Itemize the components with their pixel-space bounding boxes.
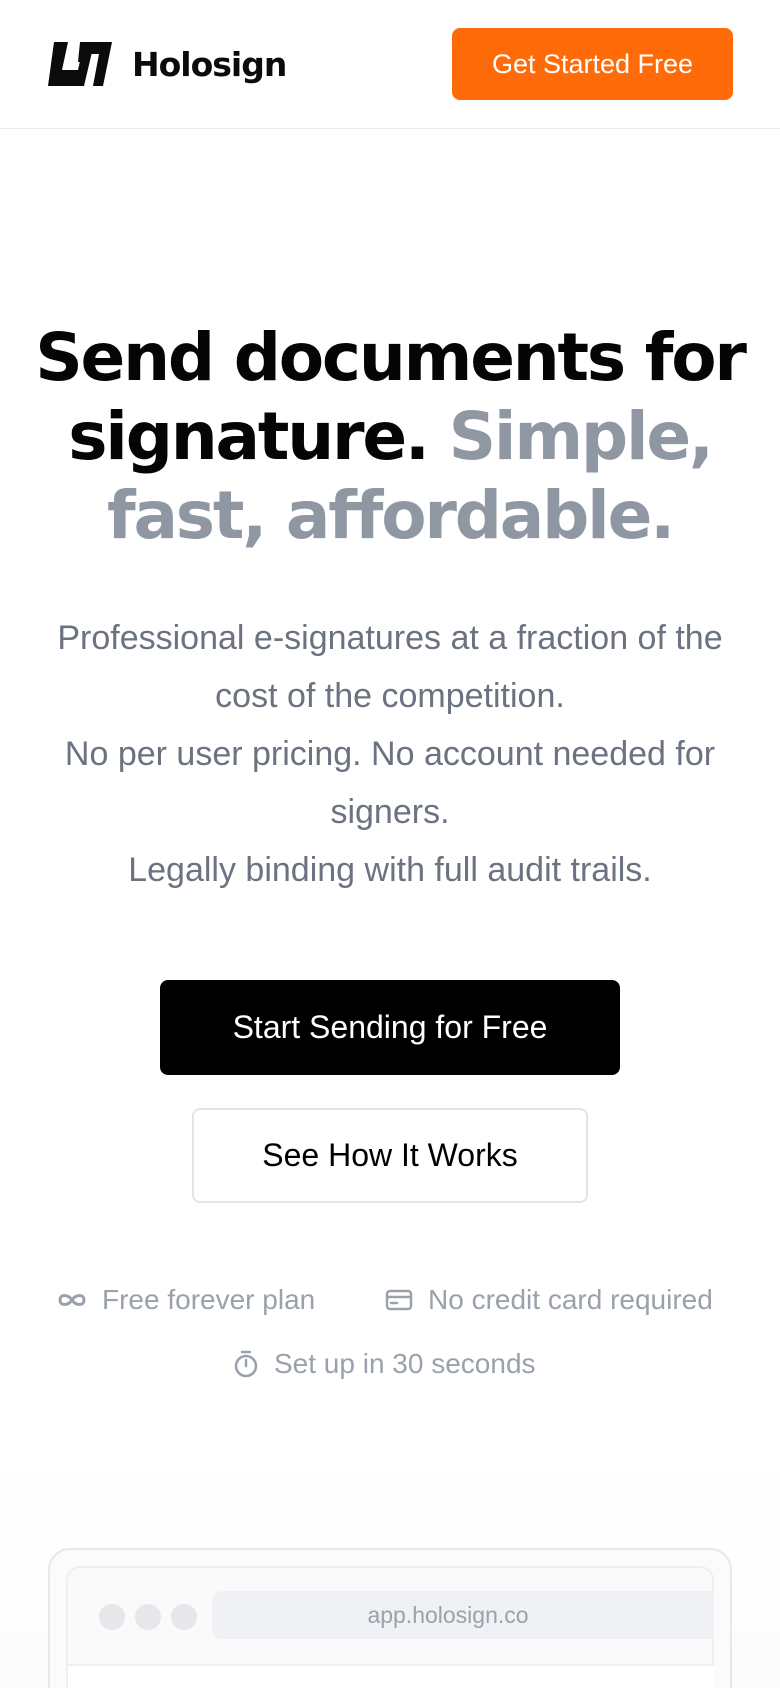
feature-free-forever: Free forever plan — [56, 1284, 315, 1316]
infinity-icon — [58, 1294, 86, 1306]
browser-url-bar: app.holosign.co — [212, 1591, 714, 1639]
window-control-dot — [171, 1604, 197, 1630]
window-control-dot — [135, 1604, 161, 1630]
holosign-logo-icon — [48, 42, 112, 86]
feature-label: Set up in 30 seconds — [274, 1348, 536, 1379]
subtitle-line: No per user pricing. No account needed f… — [64, 735, 716, 831]
feature-setup-time: Set up in 30 seconds — [232, 1348, 536, 1380]
feature-label: No credit card required — [428, 1284, 713, 1315]
brand-logo[interactable]: Holosign — [48, 40, 287, 88]
window-control-dot — [99, 1604, 125, 1630]
site-header: Holosign Get Started Free — [0, 0, 780, 129]
start-sending-button[interactable]: Start Sending for Free — [160, 980, 620, 1075]
get-started-button[interactable]: Get Started Free — [452, 28, 733, 100]
see-how-it-works-button[interactable]: See How It Works — [192, 1108, 588, 1203]
stopwatch-icon — [234, 1350, 258, 1378]
subtitle-line: Legally binding with full audit trails. — [128, 851, 652, 889]
brand-name: Holosign — [132, 44, 287, 84]
landing-page: Holosign Get Started Free Send documents… — [0, 0, 780, 1688]
feature-no-credit-card: No credit card required — [384, 1284, 713, 1316]
credit-card-icon — [385, 1289, 413, 1311]
feature-label: Free forever plan — [102, 1284, 316, 1315]
hero-title: Send documents for signature. Simple, fa… — [30, 318, 750, 555]
subtitle-line: Professional e-signatures at a fraction … — [57, 619, 723, 715]
hero-subtitle: Professional e-signatures at a fraction … — [40, 609, 740, 899]
browser-content — [68, 1666, 714, 1688]
